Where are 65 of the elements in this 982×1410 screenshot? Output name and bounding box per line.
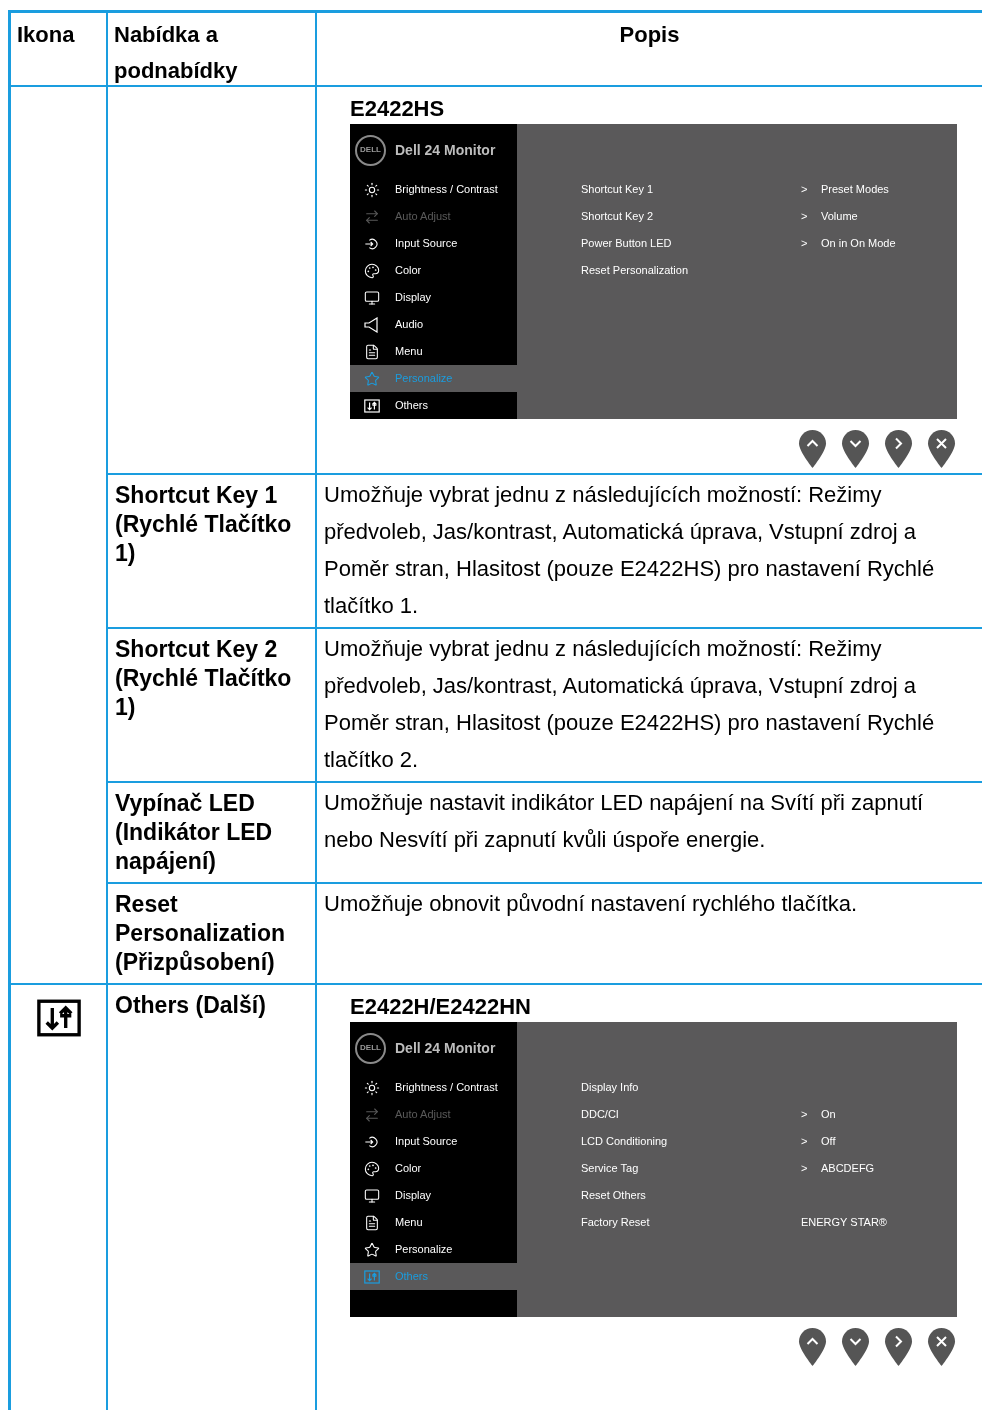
osd-option-value: ABCDEFG — [821, 1161, 875, 1177]
up-button[interactable] — [798, 1327, 827, 1367]
down-button[interactable] — [841, 429, 870, 469]
osd-option[interactable]: Reset Personalization — [581, 262, 801, 279]
palette-icon — [364, 1160, 380, 1177]
menu-cell: Others (Další) — [108, 985, 317, 1410]
description-cell: Umožňuje vybrat jednu z následujících možností: Režimy předvoleb, Jas/kontrast, Automatická úprava, Vstupní zdroj a Poměr stran, Hlasitost (pouze E2422HS) pro nastavení Rychlé tlačítko 2. — [317, 629, 982, 783]
description-cell: Umožňuje obnovit původní nastavení rychlého tlačítka. — [317, 884, 982, 985]
osd-title: Dell 24 Monitor — [395, 140, 496, 160]
arrows-icon — [364, 1106, 380, 1123]
chevron-glyph: > — [801, 1107, 809, 1123]
osd-option[interactable]: Power Button LED — [581, 235, 801, 252]
model-heading: E2422HS — [350, 95, 446, 123]
document-icon — [364, 1214, 380, 1231]
model-heading: E2422H/E2422HN — [350, 993, 532, 1021]
osd-option[interactable]: Shortcut Key 1 — [581, 181, 801, 198]
osd-option-value: Preset Modes — [821, 182, 889, 198]
brightness-icon — [364, 1079, 380, 1096]
osd-option-value: On — [821, 1107, 836, 1123]
osd-option[interactable]: Display Info — [581, 1079, 801, 1096]
close-button[interactable] — [927, 429, 956, 469]
speaker-icon — [364, 316, 380, 333]
chevron-glyph: > — [801, 209, 809, 225]
osd-option[interactable]: Service Tag — [581, 1160, 801, 1177]
osd-title: Dell 24 Monitor — [395, 1038, 496, 1058]
close-button[interactable] — [927, 1327, 956, 1367]
description-cell: Umožňuje vybrat jednu z následujících možností: Režimy předvoleb, Jas/kontrast, Automatická úprava, Vstupní zdroj a Poměr stran, Hlasitost (pouze E2422HS) pro nastavení Rychlé tlačítko 1. — [317, 475, 982, 629]
chevron-glyph: > — [801, 1134, 809, 1150]
osd-option-value: ENERGY STAR® — [801, 1215, 887, 1231]
star-icon — [364, 370, 380, 387]
column-header: Popis — [619, 22, 680, 47]
osd-option[interactable]: Reset Others — [581, 1187, 801, 1204]
arrows-box-icon — [34, 999, 83, 1037]
arrows-box-icon — [364, 1268, 380, 1285]
osd-option-value: On in On Mode — [821, 236, 896, 252]
menu-cell: Vypínač LED (Indikátor LED napájení) — [108, 783, 317, 884]
menu-cell: Shortcut Key 2 (Rychlé Tlačítko 1) — [108, 629, 317, 783]
chevron-glyph: > — [801, 1161, 809, 1177]
column-header: Ikona — [17, 22, 75, 47]
right-button[interactable] — [884, 1327, 913, 1367]
column-header: Nabídka a podnabídky — [114, 22, 238, 83]
menu-cell: Shortcut Key 1 (Rychlé Tlačítko 1) — [108, 475, 317, 629]
osd-option[interactable]: Shortcut Key 2 — [581, 208, 801, 225]
right-button[interactable] — [884, 429, 913, 469]
monitor-icon — [364, 1187, 380, 1204]
document-icon — [364, 343, 380, 360]
osd-option[interactable]: DDC/CI — [581, 1106, 801, 1123]
arrows-box-icon — [364, 397, 380, 414]
palette-icon — [364, 262, 380, 279]
chevron-glyph: > — [801, 236, 809, 252]
down-button[interactable] — [841, 1327, 870, 1367]
osd-option-value: Volume — [821, 209, 858, 225]
monitor-icon — [364, 289, 380, 306]
dell-logo: DELL — [355, 1032, 386, 1064]
osd-option[interactable]: Factory Reset — [581, 1214, 801, 1231]
up-button[interactable] — [798, 429, 827, 469]
description-cell: Umožňuje nastavit indikátor LED napájení na Svítí při zapnutí nebo Nesvítí při zapnutí kvůli úspoře energie. — [317, 783, 982, 884]
osd-option[interactable]: LCD Conditioning — [581, 1133, 801, 1150]
star-icon — [364, 1241, 380, 1258]
osd-option-value: Off — [821, 1134, 836, 1150]
brightness-icon — [364, 181, 380, 198]
dell-logo: DELL — [355, 134, 386, 166]
arrows-icon — [364, 208, 380, 225]
menu-cell: Reset Personalization (Přizpůsobení) — [108, 884, 317, 985]
chevron-glyph: > — [801, 182, 809, 198]
